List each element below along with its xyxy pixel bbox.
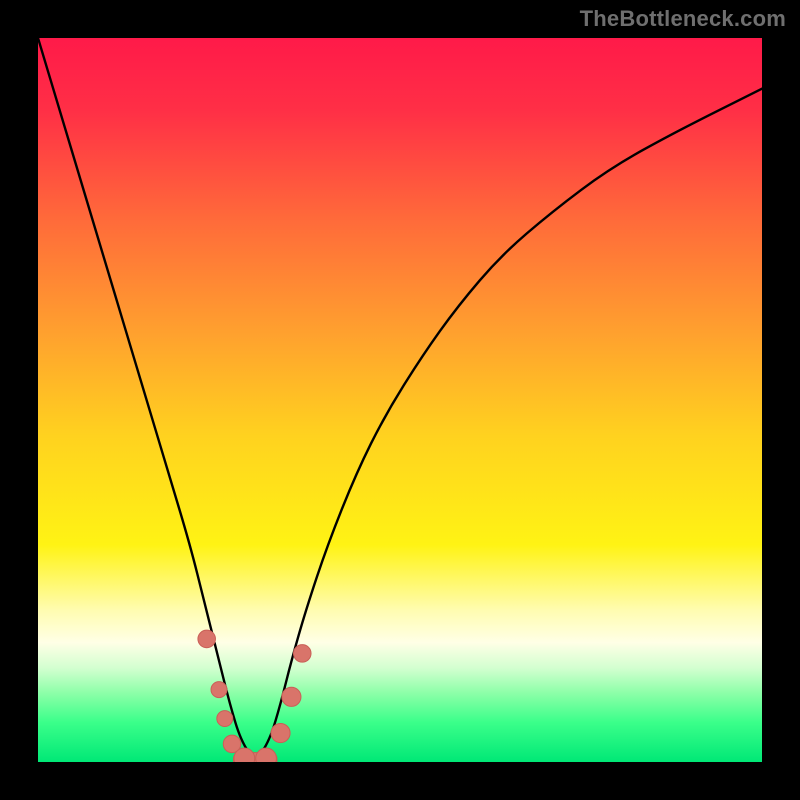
bottleneck-curve: [38, 38, 762, 757]
chart-frame: TheBottleneck.com: [0, 0, 800, 800]
curve-layer: [38, 38, 762, 762]
marker-dot: [271, 723, 290, 742]
marker-dot: [282, 687, 301, 706]
plot-area: [38, 38, 762, 762]
marker-dot: [211, 682, 227, 698]
data-markers: [198, 630, 311, 762]
marker-dot: [256, 748, 277, 762]
watermark-text: TheBottleneck.com: [580, 6, 786, 32]
marker-dot: [293, 645, 311, 663]
marker-dot: [198, 630, 216, 648]
marker-dot: [217, 711, 233, 727]
